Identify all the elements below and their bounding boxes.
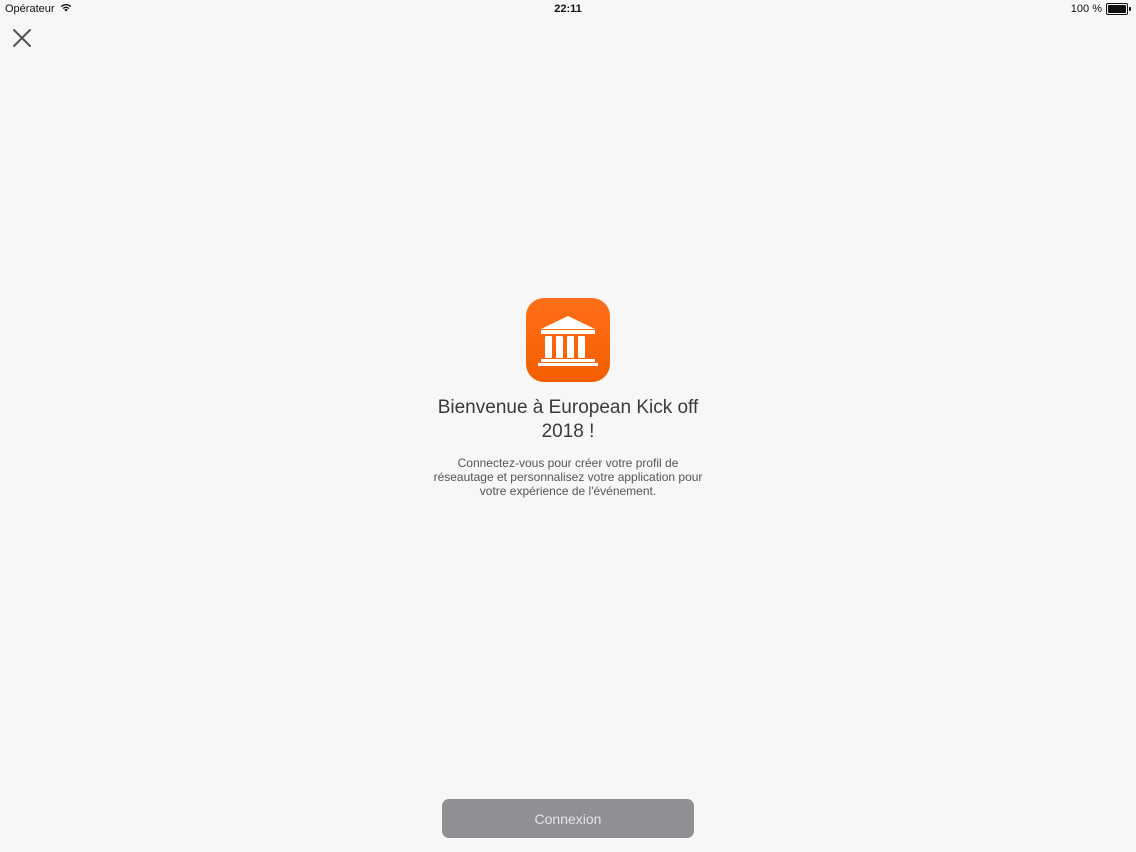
welcome-screen: Opérateur 22:11 100 % Bienvenue à Europe… — [0, 0, 1136, 852]
app-logo — [526, 298, 610, 382]
close-icon[interactable] — [10, 26, 34, 50]
clock: 22:11 — [554, 3, 582, 15]
battery-tip — [1129, 7, 1131, 11]
welcome-content: Bienvenue à European Kick off 2018 ! Con… — [0, 298, 1136, 498]
status-right: 100 % — [1071, 3, 1131, 15]
login-button[interactable]: Connexion — [442, 799, 694, 838]
battery-percent: 100 % — [1070, 3, 1102, 15]
welcome-description: Connectez-vous pour créer votre profil d… — [433, 456, 703, 498]
pantheon-building-icon — [538, 316, 598, 366]
status-bar: Opérateur 22:11 100 % — [0, 0, 1136, 18]
welcome-title: Bienvenue à European Kick off 2018 ! — [437, 397, 699, 442]
battery-icon — [1106, 3, 1128, 15]
close-button[interactable] — [10, 26, 34, 50]
